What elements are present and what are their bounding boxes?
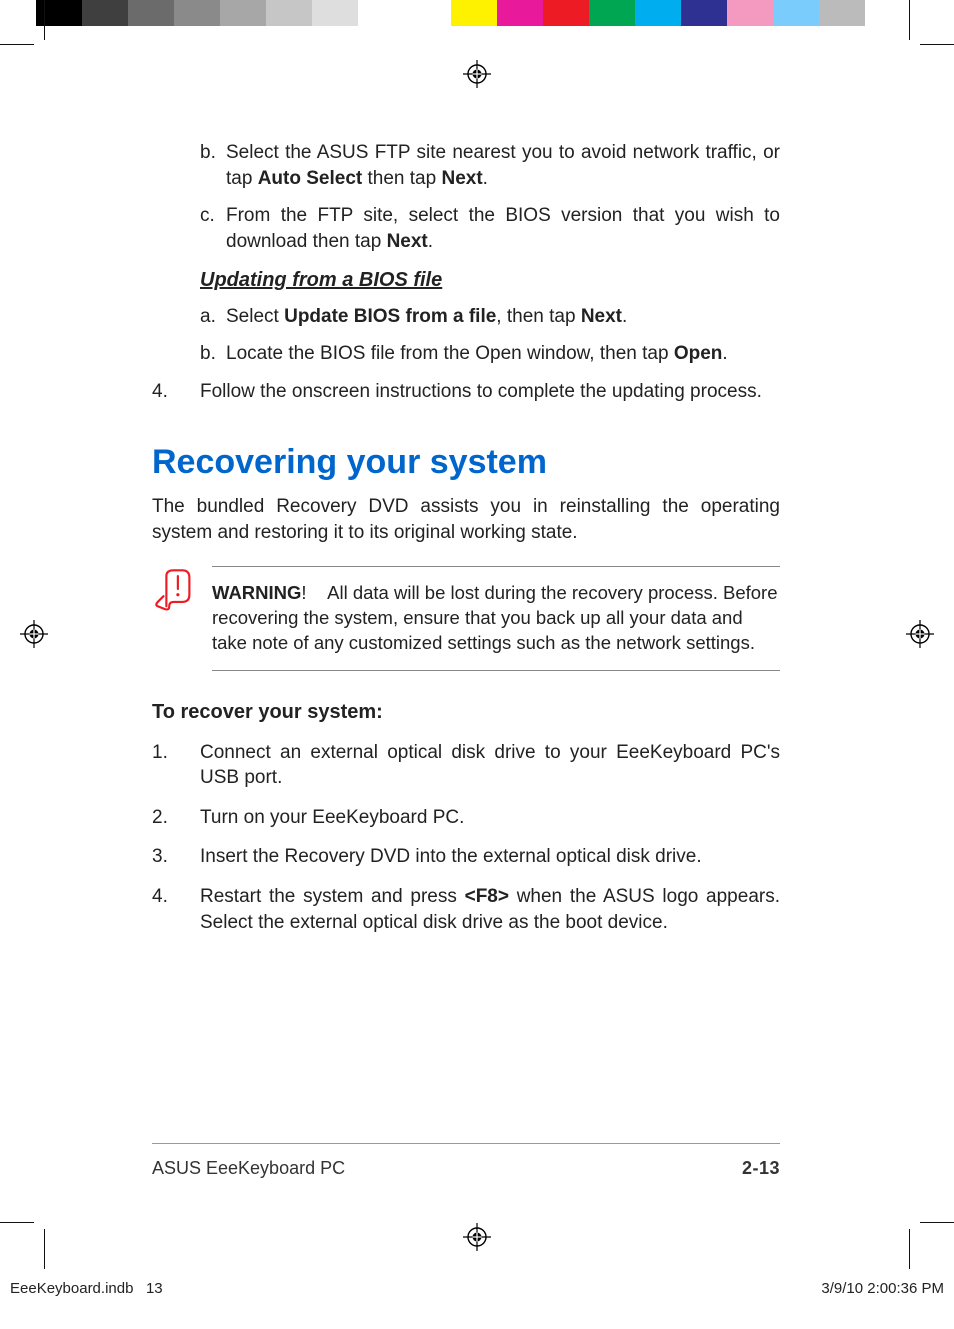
list-item: c. From the FTP site, select the BIOS ve… [200, 203, 780, 254]
crop-mark [909, 0, 910, 40]
list-body: Connect an external optical disk drive t… [200, 740, 780, 791]
bold-text: Next [581, 306, 622, 327]
list-item: b. Locate the BIOS file from the Open wi… [200, 341, 780, 367]
text: , then tap [496, 306, 581, 327]
text: . [428, 231, 433, 252]
list-body: Select the ASUS FTP site nearest you to … [226, 140, 780, 191]
registration-mark-icon [463, 60, 491, 88]
warning-icon [152, 566, 212, 671]
crop-mark [920, 44, 954, 45]
crop-mark [44, 1229, 45, 1269]
slug-page: 13 [146, 1280, 163, 1297]
list-body: From the FTP site, select the BIOS versi… [226, 203, 780, 254]
registration-mark-icon [463, 1223, 491, 1251]
list-body: Follow the onscreen instructions to comp… [200, 379, 780, 405]
list-marker: a. [200, 304, 226, 330]
list-marker: b. [200, 140, 226, 191]
bold-text: <F8> [465, 886, 509, 907]
list-item: 2. Turn on your EeeKeyboard PC. [152, 805, 780, 831]
bold-text: Auto Select [258, 168, 363, 189]
bold-text: Next [441, 168, 482, 189]
sub-heading: To recover your system: [152, 699, 780, 726]
list-body: Locate the BIOS file from the Open windo… [226, 341, 780, 367]
text: From the FTP site, select the BIOS versi… [226, 205, 780, 252]
printer-color-bar [36, 0, 918, 26]
text: ! [301, 582, 306, 603]
list-item: 3. Insert the Recovery DVD into the exte… [152, 844, 780, 870]
warning-label: WARNING [212, 582, 301, 603]
text: then tap [362, 168, 441, 189]
crop-mark [909, 1229, 910, 1269]
intro-paragraph: The bundled Recovery DVD assists you in … [152, 494, 780, 545]
bold-text: Open [674, 343, 723, 364]
list-item: 4. Restart the system and press <F8> whe… [152, 884, 780, 935]
section-title: Recovering your system [152, 440, 780, 486]
list-marker: 4. [152, 379, 200, 405]
registration-mark-icon [906, 620, 934, 648]
footer-product: ASUS EeeKeyboard PC [152, 1156, 345, 1180]
registration-mark-icon [20, 620, 48, 648]
text: Restart the system and press [200, 886, 465, 907]
text: . [622, 306, 627, 327]
list-marker: 1. [152, 740, 200, 791]
text: . [483, 168, 488, 189]
list-item: 4. Follow the onscreen instructions to c… [152, 379, 780, 405]
list-marker: b. [200, 341, 226, 367]
list-body: Turn on your EeeKeyboard PC. [200, 805, 780, 831]
page-content: b. Select the ASUS FTP site nearest you … [152, 140, 780, 1180]
slug-timestamp: 3/9/10 2:00:36 PM [821, 1279, 944, 1299]
sub-heading: Updating from a BIOS file [200, 267, 780, 294]
bold-text: Next [387, 231, 428, 252]
list-marker: 4. [152, 884, 200, 935]
page-number: 2-13 [742, 1156, 780, 1180]
page-footer: ASUS EeeKeyboard PC 2-13 [152, 1143, 780, 1180]
list-item: 1. Connect an external optical disk driv… [152, 740, 780, 791]
text: Locate the BIOS file from the Open windo… [226, 343, 674, 364]
text: Select [226, 306, 284, 327]
text: . [722, 343, 727, 364]
slug-left: EeeKeyboard.indb 13 [10, 1279, 163, 1299]
crop-mark [920, 1222, 954, 1223]
warning-text: WARNING! All data will be lost during th… [212, 566, 780, 671]
list-body: Select Update BIOS from a file, then tap… [226, 304, 780, 330]
crop-mark [44, 0, 45, 40]
slug-file: EeeKeyboard.indb [10, 1280, 133, 1297]
print-slug: EeeKeyboard.indb 13 3/9/10 2:00:36 PM [10, 1279, 944, 1299]
crop-mark [0, 44, 34, 45]
list-item: b. Select the ASUS FTP site nearest you … [200, 140, 780, 191]
list-item: a. Select Update BIOS from a file, then … [200, 304, 780, 330]
bold-text: Update BIOS from a file [284, 306, 496, 327]
list-marker: 2. [152, 805, 200, 831]
list-marker: c. [200, 203, 226, 254]
warning-box: WARNING! All data will be lost during th… [152, 566, 780, 671]
list-body: Insert the Recovery DVD into the externa… [200, 844, 780, 870]
list-marker: 3. [152, 844, 200, 870]
list-body: Restart the system and press <F8> when t… [200, 884, 780, 935]
crop-mark [0, 1222, 34, 1223]
